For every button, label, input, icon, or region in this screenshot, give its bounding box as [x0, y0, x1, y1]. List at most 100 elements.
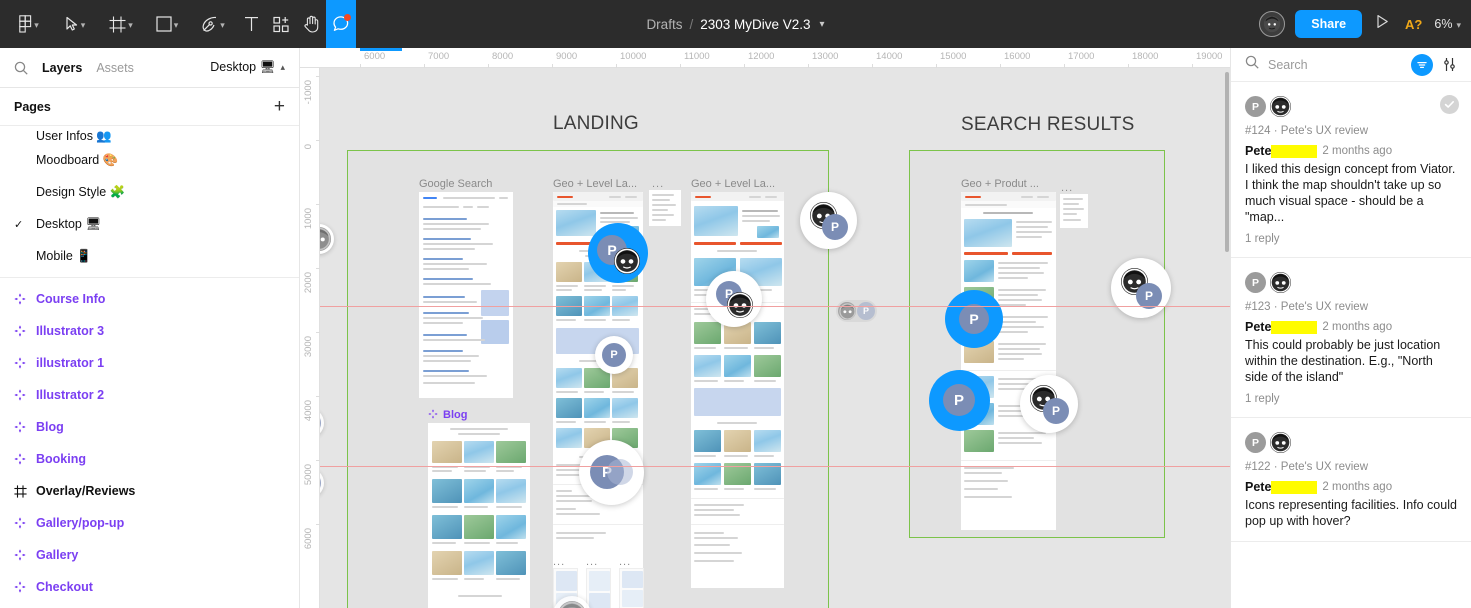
tab-assets[interactable]: Assets — [96, 61, 134, 75]
frame-label-dots-4[interactable]: ... — [619, 556, 631, 568]
comment-pin-white-3[interactable]: P — [595, 336, 633, 374]
vertical-ruler[interactable]: -1000 0 1000 2000 3000 4000 5000 6000 — [300, 68, 320, 608]
layer-row-blog[interactable]: Blog — [0, 411, 299, 443]
chevron-down-icon: ▾ — [128, 19, 133, 30]
comment-pin-white-5[interactable]: P — [1020, 375, 1078, 433]
sidebar-divider — [0, 277, 299, 278]
comment-pin-blue-2[interactable]: P — [945, 290, 1003, 348]
design-canvas[interactable]: LANDING SEARCH RESULTS Google Search Blo… — [300, 48, 1230, 608]
pen-tool-button[interactable]: ▾ — [190, 0, 236, 48]
layer-row-gallery-popup[interactable]: Gallery/pop-up — [0, 507, 299, 539]
layer-row-overlay-reviews[interactable]: Overlay/Reviews — [0, 475, 299, 507]
layer-row-checkout[interactable]: Checkout — [0, 571, 299, 603]
present-button[interactable] — [1372, 14, 1393, 34]
frame-label-dots-3[interactable]: ... — [586, 556, 598, 568]
frame-label-dots-2[interactable]: ... — [553, 556, 565, 568]
comment-pin-white-1[interactable]: P — [800, 192, 857, 249]
comment-avatars: P — [1245, 432, 1457, 453]
frame-small-card-2[interactable] — [1060, 194, 1088, 228]
filter-icon[interactable] — [1411, 53, 1433, 76]
layer-row-illustrator-3[interactable]: Illustrator 3 — [0, 315, 299, 347]
layer-row-booking[interactable]: Booking — [0, 443, 299, 475]
layer-row-illustrator-1[interactable]: illustrator 1 — [0, 347, 299, 379]
frame-label-geo-level-2[interactable]: Geo + Level La... — [691, 178, 775, 190]
frame-label-geo-level-1[interactable]: Geo + Level La... — [553, 178, 637, 190]
section-diamond-icon — [14, 517, 30, 529]
move-tool-button[interactable]: ▾ — [52, 0, 98, 48]
chevron-down-icon[interactable]: ▾ — [820, 19, 825, 30]
frame-illustration-col-3[interactable] — [619, 568, 644, 608]
comment-pin-blue-1[interactable]: P — [588, 223, 648, 283]
comment-thread[interactable]: P #123 · Pete's UX review Pete 2 months … — [1231, 258, 1471, 418]
comment-pin-blue-3[interactable]: P — [929, 370, 990, 431]
blog-layer-label[interactable]: Blog — [428, 406, 467, 424]
comment-tool-button[interactable] — [326, 0, 356, 48]
avatar-p: P — [1245, 96, 1266, 117]
file-name[interactable]: 2303 MyDive V2.3 — [700, 17, 810, 32]
avatar[interactable] — [1259, 11, 1286, 37]
ruler-label: 1000 — [303, 208, 314, 230]
pin-avatar-p: P — [602, 343, 626, 367]
page-selector[interactable]: Desktop 🖥 ▴ — [210, 60, 285, 75]
accessibility-button[interactable]: A? — [1403, 17, 1424, 32]
sidebar-tabs: Layers Assets Desktop 🖥 ▴ — [0, 48, 299, 88]
page-row-selected[interactable]: ✓ Desktop 🖥 — [0, 208, 299, 240]
resources-tool-button[interactable] — [266, 0, 296, 48]
frame-google-search[interactable] — [419, 192, 513, 398]
comment-pin-white-2[interactable]: P — [706, 271, 762, 327]
page-row[interactable]: Design Style 🧩 — [0, 176, 299, 208]
comment-thread[interactable]: P #122 · Pete's UX review Pete 2 months … — [1231, 418, 1471, 542]
frame-small-card[interactable] — [649, 190, 681, 226]
text-tool-button[interactable] — [236, 0, 266, 48]
hand-tool-button[interactable] — [296, 0, 326, 48]
section-diamond-icon — [14, 293, 30, 305]
breadcrumb-drafts[interactable]: Drafts — [646, 17, 682, 32]
horizontal-ruler[interactable]: 6000 7000 8000 9000 10000 11000 12000 13… — [300, 48, 1230, 68]
comment-thread[interactable]: P #124 · Pete's UX review Pete 2 months … — [1231, 82, 1471, 258]
section-diamond-icon — [428, 406, 438, 424]
zoom-control[interactable]: 6% ▾ — [1434, 17, 1461, 31]
sliders-icon[interactable] — [1442, 57, 1457, 72]
page-label: Moodboard 🎨 — [36, 152, 119, 167]
page-row[interactable]: User Infos 👥 — [0, 126, 299, 144]
search-input[interactable]: Search — [1268, 58, 1402, 72]
layer-row-gallery[interactable]: Gallery — [0, 539, 299, 571]
frame-tool-button[interactable]: ▾ — [98, 0, 144, 48]
frame-illustration-col-2[interactable] — [586, 568, 611, 608]
chevron-down-icon: ▾ — [80, 19, 86, 30]
ruler-label: 4000 — [303, 400, 314, 422]
frame-geo-produt[interactable] — [961, 192, 1056, 530]
toolbar-right-actions: Share A? 6% ▾ — [1259, 0, 1461, 48]
main-menu-button[interactable]: ▾ — [6, 0, 52, 48]
comment-pin-cluster[interactable]: P — [836, 300, 877, 322]
plus-icon[interactable]: + — [274, 97, 285, 116]
page-row[interactable]: Moodboard 🎨 — [0, 144, 299, 176]
shape-tool-button[interactable]: ▾ — [144, 0, 190, 48]
search-icon[interactable] — [1245, 55, 1259, 74]
comment-pin-white-6[interactable]: P — [1111, 258, 1171, 318]
tab-layers[interactable]: Layers — [42, 61, 82, 75]
frame-geo-level-2[interactable] — [691, 192, 784, 588]
frame-label-geo-produt[interactable]: Geo + Produt ... — [961, 178, 1039, 190]
comment-pin-white-4[interactable]: P — [579, 440, 644, 505]
check-circle-icon[interactable] — [1440, 95, 1459, 114]
layer-row-course-info[interactable]: Course Info — [0, 283, 299, 315]
pin-avatar-face — [558, 601, 586, 608]
frame-blog[interactable] — [428, 423, 530, 608]
layer-row-illustrator-2[interactable]: Illustrator 2 — [0, 379, 299, 411]
layer-label: illustrator 1 — [36, 356, 105, 370]
search-icon[interactable] — [14, 61, 28, 75]
ruler-label: 13000 — [812, 51, 839, 62]
pages-title: Pages — [14, 99, 51, 114]
frame-label-dots-5[interactable]: ... — [1061, 182, 1073, 194]
share-button[interactable]: Share — [1295, 10, 1363, 38]
layer-label: Blog — [36, 420, 64, 434]
ruler-label: 19000 — [1196, 51, 1223, 62]
comment-replies[interactable]: 1 reply — [1245, 393, 1457, 405]
comment-replies[interactable]: 1 reply — [1245, 233, 1457, 245]
frame-label-dots-1[interactable]: ... — [652, 178, 664, 190]
frame-icon — [14, 484, 30, 498]
page-row[interactable]: Mobile 📱 — [0, 240, 299, 272]
frame-label-google-search[interactable]: Google Search — [419, 178, 492, 190]
canvas-scrollbar[interactable] — [1225, 72, 1229, 252]
